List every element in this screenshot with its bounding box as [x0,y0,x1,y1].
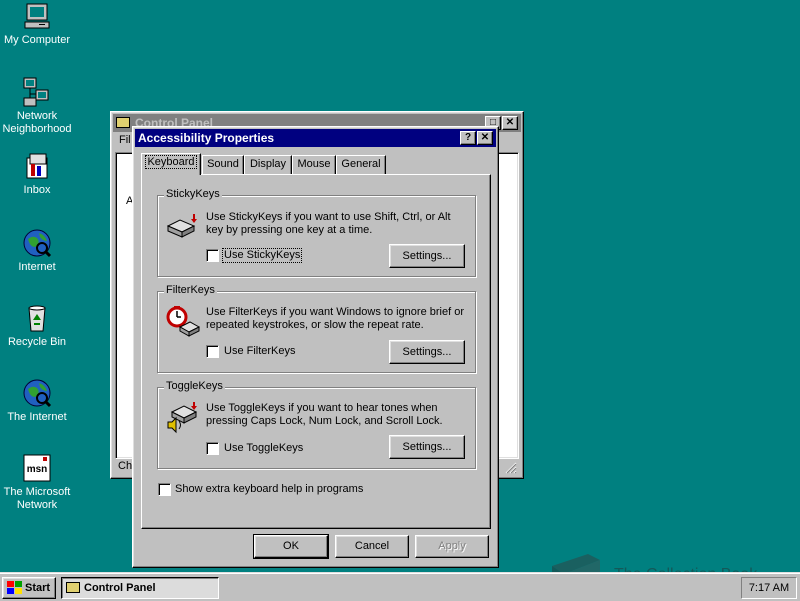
togglekeys-description-line2: pressing Caps Lock, Num Lock, and Scroll… [206,415,443,427]
filterkeys-settings-label: Settings... [402,346,452,358]
stickykeys-description-line1: Use StickyKeys if you want to use Shift,… [206,211,451,223]
folder-icon [116,117,130,128]
cancel-button[interactable]: Cancel [335,535,409,558]
filterkeys-description-line1: Use FilterKeys if you want Windows to ig… [206,306,464,318]
start-label: Start [25,582,51,594]
filterkeys-icon [166,306,200,337]
inbox-icon [26,153,48,179]
group-stickykeys-label: StickyKeys [164,188,222,200]
use-togglekeys-checkbox[interactable] [206,442,219,455]
desktop-icon-label: My Computer [3,34,71,46]
recycle-bin-icon [28,305,46,332]
apply-button[interactable]: Apply [415,535,489,558]
tab-keyboard-label: Keyboard [145,155,197,169]
start-button[interactable]: Start [2,577,56,599]
group-filterkeys: FilterKeys Use FilterKeys if you want Wi… [157,284,476,373]
taskbar-task-control-panel[interactable]: Control Panel [61,577,219,599]
use-filterkeys-label[interactable]: Use FilterKeys [224,345,296,358]
tab-general[interactable]: General [336,155,386,174]
desktop-icon-label: The Internet [7,411,67,423]
use-stickykeys-checkbox[interactable] [206,249,219,262]
group-togglekeys: ToggleKeys Use ToggleKeys if you want to… [157,380,476,469]
extra-keyboard-help-label[interactable]: Show extra keyboard help in programs [175,483,363,496]
desktop-icon-label: Recycle Bin [7,336,67,348]
desktop-icon-inbox[interactable]: Inbox [0,152,77,197]
accessibility-dialog[interactable]: Accessibility Properties ? ✕ Keyboard So… [132,126,499,568]
togglekeys-description-line1: Use ToggleKeys if you want to hear tones… [206,402,438,414]
desktop-icon-label: The Microsoft Network [3,486,71,511]
desktop-icon-recycle-bin[interactable]: Recycle Bin [0,302,77,349]
cancel-label: Cancel [354,540,390,552]
ok-label: OK [283,540,299,552]
stickykeys-description-line2: key by pressing one key at a time. [206,224,373,236]
tab-general-label: General [341,158,381,170]
dialog-titlebar[interactable]: Accessibility Properties ? ✕ [135,129,496,147]
clock[interactable]: 7:17 AM [749,582,789,594]
desktop-icon-my-computer[interactable]: My Computer [0,2,77,47]
close-icon: ✕ [480,132,490,143]
status-text: Ch [118,460,133,472]
help-button[interactable]: ? [460,131,476,145]
menu-file[interactable]: Fil [119,134,131,146]
tab-display[interactable]: Display [244,155,292,174]
svg-text:msn: msn [27,464,48,475]
msn-icon: msn [23,454,51,482]
task-label: Control Panel [84,582,156,594]
tab-keyboard[interactable]: Keyboard [141,153,201,175]
desktop-icon-internet[interactable]: Internet [0,227,77,274]
dialog-close-button[interactable]: ✕ [477,131,493,145]
tab-strip: Keyboard Sound Display Mouse General [141,153,491,175]
desktop-icon-label: Inbox [23,184,51,196]
taskbar: Start Control Panel 7:17 AM [0,572,800,601]
tab-display-label: Display [249,158,287,170]
windows-logo-icon [7,581,22,594]
network-neighborhood-label: Network Neighborhood [2,110,72,135]
ok-button[interactable]: OK [253,534,329,559]
tab-mouse[interactable]: Mouse [292,155,336,174]
tab-page-keyboard: StickyKeys Use StickyKeys if you want to… [141,174,491,529]
use-stickykeys-label[interactable]: Use StickyKeys [221,248,303,263]
use-filterkeys-checkbox[interactable] [206,345,219,358]
group-stickykeys: StickyKeys Use StickyKeys if you want to… [157,188,476,277]
computer-icon [24,3,50,29]
tab-sound-label: Sound [207,158,239,170]
stickykeys-settings-button[interactable]: Settings... [389,244,465,268]
internet-globe-icon [23,229,52,258]
internet-globe-icon [23,379,52,408]
tab-sound[interactable]: Sound [202,155,244,174]
close-button[interactable]: ✕ [502,116,518,130]
resize-grip-icon[interactable] [505,462,517,474]
group-filterkeys-label: FilterKeys [164,284,217,296]
desktop-icon-microsoft-network[interactable]: msn The Microsoft Network [0,452,77,512]
filterkeys-description-line2: repeated keystrokes, or slow the repeat … [206,319,424,331]
togglekeys-settings-label: Settings... [402,441,452,453]
stickykeys-icon [166,214,197,238]
extra-keyboard-help-checkbox[interactable] [158,483,171,496]
network-icon [23,77,49,107]
desktop-icon-label: Internet [18,261,56,273]
help-icon: ? [464,132,472,143]
tab-mouse-label: Mouse [297,158,331,170]
desktop-icon-network-neighborhood[interactable]: Network Neighborhood [0,76,77,136]
togglekeys-icon [167,402,198,434]
folder-icon [66,582,80,593]
filterkeys-settings-button[interactable]: Settings... [389,340,465,364]
togglekeys-settings-button[interactable]: Settings... [389,435,465,459]
desktop-icon-the-internet[interactable]: The Internet [0,377,77,424]
system-tray: 7:17 AM [741,577,797,599]
apply-label: Apply [438,540,466,552]
stickykeys-settings-label: Settings... [402,250,452,262]
desktop-icon-label: Network Neighborhood [2,110,71,135]
dialog-title: Accessibility Properties [138,131,275,145]
use-togglekeys-label[interactable]: Use ToggleKeys [224,442,303,455]
group-togglekeys-label: ToggleKeys [164,380,225,392]
